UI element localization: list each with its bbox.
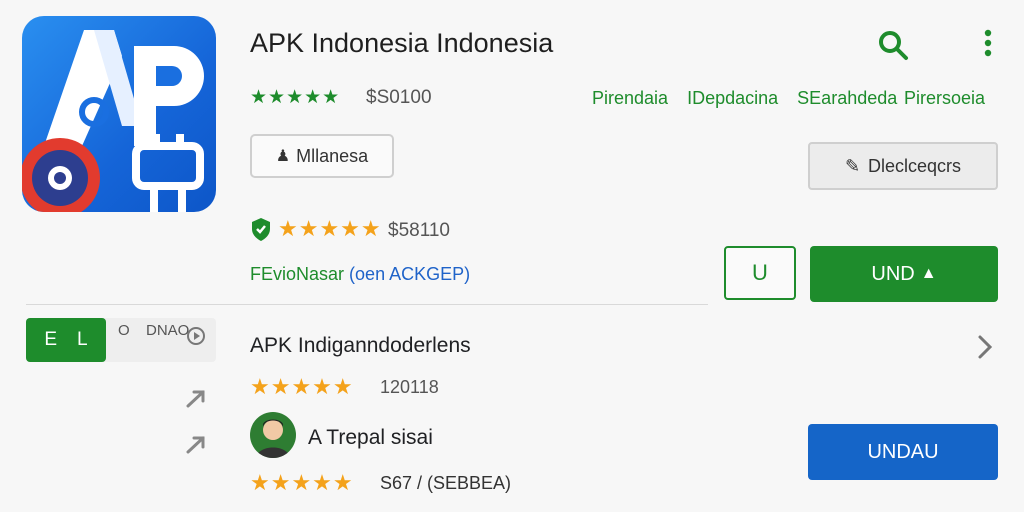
badge-meta: DNAO (146, 322, 190, 339)
info-line: FEvioNasar (oen ACKGEP) (250, 264, 470, 285)
header-link-3[interactable]: SEarahdeda (797, 88, 897, 108)
rating-stars: ★★★★★ (278, 216, 382, 241)
developer-button-label: Mllanesa (296, 145, 369, 166)
header-rating-stars: ★★★★★ (250, 87, 341, 108)
rating-price: $58110 (388, 220, 450, 241)
app-icon (22, 16, 216, 212)
badge-letter-l: L (77, 329, 88, 350)
developer-button[interactable]: ♟ Mllanesa (250, 134, 394, 178)
search-icon[interactable] (876, 28, 910, 62)
info-blue-text[interactable]: (oen ACKGEP) (349, 264, 470, 284)
more-options-icon[interactable] (978, 28, 998, 60)
install-button-secondary[interactable]: UNDAU (808, 424, 998, 480)
header-links: Pirendaia IDepdacina SEarahdeda (592, 88, 911, 109)
install-button-label: UND (871, 262, 915, 285)
description-button[interactable]: ✎ Dleclceqcrs (808, 142, 998, 190)
chevron-right-icon[interactable] (974, 334, 996, 360)
list-item-title[interactable]: APK Indiganndoderlens (250, 334, 471, 358)
header-link-4[interactable]: Pirersoeia (904, 88, 985, 109)
avatar (250, 412, 296, 458)
install-button-secondary-label: UNDAU (867, 440, 939, 463)
arrow-icon[interactable] (184, 386, 208, 410)
app-title: APK Indonesia Indonesia (250, 28, 554, 58)
badge-small-text: O (118, 322, 130, 339)
category-badge[interactable]: E L (26, 318, 106, 362)
arrow-icon[interactable] (184, 432, 208, 456)
wishlist-button[interactable]: U (724, 246, 796, 300)
list-item-stars: ★★★★★ (250, 470, 354, 495)
info-green-text: FEvioNasar (250, 264, 345, 284)
description-button-label: Dleclceqcrs (868, 155, 962, 176)
header-price: $S0100 (366, 87, 432, 108)
list-item-meta: S67 / (SEBBEA) (380, 473, 512, 493)
section-divider (26, 304, 708, 305)
edit-icon: ✎ (844, 155, 861, 176)
install-button[interactable]: UND ▲ (810, 246, 998, 302)
list-item-meta: 120118 (380, 377, 439, 397)
play-circle-icon[interactable] (186, 326, 206, 346)
wishlist-icon: U (752, 260, 768, 285)
badge-letter-e: E (44, 329, 58, 350)
header-link-1[interactable]: Pirendaia (592, 88, 668, 108)
upload-icon: ▲ (920, 265, 937, 282)
list-item-stars: ★★★★★ (250, 374, 354, 399)
app-logo-graphic (22, 30, 204, 212)
person-icon: ♟ (275, 148, 291, 165)
shield-icon (250, 216, 272, 242)
list-item-title[interactable]: A Trepal sisai (308, 426, 433, 450)
header-link-2[interactable]: IDepdacina (687, 88, 778, 108)
